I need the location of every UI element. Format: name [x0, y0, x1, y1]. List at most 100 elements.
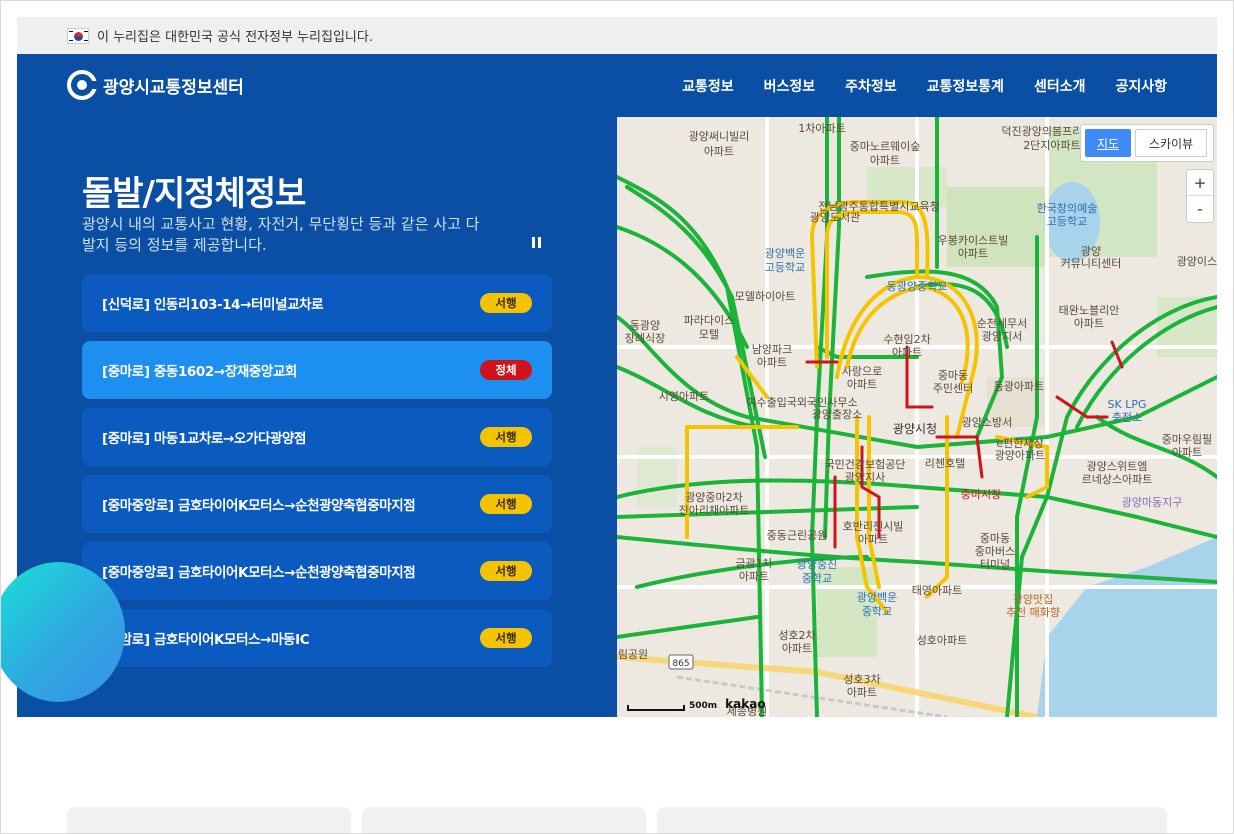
status-badge: 서행	[480, 494, 532, 514]
map-label: 광양소방서	[962, 416, 1013, 429]
map-label: 태영아파트	[912, 584, 963, 597]
map-label: 아파트	[870, 154, 900, 167]
map-label: 광양중진	[797, 558, 837, 571]
map-label: 아파트	[704, 145, 734, 158]
map-label: 르네상스아파트	[1082, 473, 1153, 486]
map-label: 아파트	[739, 570, 769, 583]
info-card[interactable]	[362, 807, 646, 834]
map-label: 광양출장소	[812, 408, 863, 421]
map-label: 광양지사	[845, 471, 885, 484]
map-label: 광양이스트	[1177, 255, 1217, 268]
map-label: 주민센터	[933, 382, 973, 395]
map-label: SK LPG	[1108, 398, 1147, 411]
nav-bus-info[interactable]: 버스정보	[764, 76, 816, 96]
map-label: 모델하이아트	[735, 289, 796, 303]
incident-item[interactable]: [중마로] 중동1602→장재중앙교회 정체	[82, 341, 552, 399]
map-label: 중학교	[802, 572, 832, 585]
map-label: 광양시청	[893, 422, 937, 436]
nav-center-intro[interactable]: 센터소개	[1034, 76, 1086, 96]
map-label: 진아리채아파트	[679, 504, 750, 517]
map-label: 광양중마2차	[685, 491, 743, 504]
map-label: 광양맛집	[1013, 593, 1053, 606]
map-label: 2단지아파트	[1023, 139, 1081, 152]
map-label: 아파트	[847, 378, 877, 391]
map-label: 태완노블리안	[1059, 304, 1120, 317]
map-label: 수현임2차	[883, 333, 930, 346]
map-label: 중마우림필	[1162, 433, 1213, 446]
nav-traffic-stats[interactable]: 교통정보통계	[927, 76, 1004, 96]
incident-label: [신덕로] 인동리103-14→터미널교차로	[102, 297, 324, 313]
hero-section: 광양시교통정보센터 교통정보 버스정보 주차정보 교통정보통계 센터소개 공지사…	[17, 54, 1217, 717]
road-number: 865	[672, 659, 689, 669]
zoom-out-button[interactable]: -	[1187, 196, 1213, 222]
nav-notice[interactable]: 공지사항	[1115, 76, 1167, 96]
map-label: 고등학교	[1047, 215, 1087, 228]
map-label: 광양백운	[765, 247, 805, 260]
map-label: 리첸호텔	[925, 457, 965, 470]
map-label: 아파트	[1074, 317, 1104, 330]
map-label: 장례식장	[625, 332, 665, 345]
zoom-in-button[interactable]: +	[1187, 170, 1213, 196]
map-label: 아파트	[1172, 446, 1202, 459]
info-card[interactable]	[657, 807, 1167, 834]
map-label: 중마버스	[975, 545, 1015, 558]
map-label: 성호2차	[778, 629, 815, 642]
incident-item[interactable]: [중마중앙로] 금호타이어K모터스→순천광양축협중마지점 서행	[82, 542, 552, 600]
map-label: 광양지서	[982, 330, 1022, 343]
map-label: 시영아파트	[659, 390, 710, 403]
map-label: 충전소	[1112, 411, 1142, 424]
map-label: 중마노르웨이숲	[850, 140, 921, 153]
pause-icon[interactable]	[530, 236, 544, 250]
map-label: 성호아파트	[917, 634, 968, 647]
nav-traffic-info[interactable]: 교통정보	[682, 76, 734, 96]
main-nav: 교통정보 버스정보 주차정보 교통정보통계 센터소개 공지사항	[682, 76, 1167, 96]
map-label: 아파트	[782, 642, 812, 655]
map-label: 광양써니빌리	[689, 130, 750, 143]
status-badge: 서행	[480, 561, 532, 581]
map-view-button[interactable]: 지도	[1085, 129, 1131, 157]
status-badge: 서행	[480, 628, 532, 648]
map-label: 동광양	[630, 319, 660, 332]
map-label: 림공원	[618, 648, 648, 661]
map-label: 중동근린공원	[767, 529, 828, 542]
nav-parking-info[interactable]: 주차정보	[845, 76, 897, 96]
site-logo[interactable]: 광양시교통정보센터	[67, 70, 244, 100]
map-label: 순천세무서	[977, 316, 1028, 330]
map-label: 성호3차	[843, 673, 880, 686]
map-label: 중마동	[938, 369, 968, 382]
map-label: 동광아파트	[994, 380, 1045, 393]
map-label: 광양백운	[857, 591, 897, 604]
map-label: 고등학교	[765, 261, 805, 274]
skyview-button[interactable]: 스카이뷰	[1135, 129, 1207, 157]
traffic-map[interactable]: 1차아파트 광양써니빌리 아파트 중마노르웨이숲 아파트 덕진광양의봄프리미엄 …	[617, 117, 1217, 717]
map-label: 아파트	[757, 356, 787, 369]
site-header: 광양시교통정보센터 교통정보 버스정보 주차정보 교통정보통계 센터소개 공지사…	[17, 54, 1217, 117]
map-label: 동광양중학교	[887, 280, 948, 293]
korean-flag-icon	[67, 27, 89, 44]
incident-item[interactable]: [청암로] 금호타이어K모터스→마동IC 서행	[82, 609, 552, 667]
map-label: 파라다이스	[684, 314, 735, 327]
map-scale: 500m kakao	[627, 697, 766, 711]
map-label: 사랑으로	[842, 365, 882, 378]
map-provider-logo: kakao	[725, 697, 766, 711]
incident-item[interactable]: [중마중앙로] 금호타이어K모터스→순천광양축협중마지점 서행	[82, 475, 552, 533]
map-label: 광양마동지구	[1122, 496, 1183, 509]
bottom-cards	[67, 807, 1167, 834]
status-badge: 서행	[480, 427, 532, 447]
map-label: 커뮤니티센터	[1061, 257, 1122, 270]
scale-bar	[627, 705, 685, 711]
map-type-toggle: 지도 스카이뷰	[1080, 124, 1214, 162]
map-label: 추천 매화향	[1006, 605, 1060, 619]
status-badge: 정체	[480, 360, 532, 380]
map-label: 1차아파트	[798, 122, 845, 135]
status-badge: 서행	[480, 293, 532, 313]
incident-label: [중마로] 중동1602→장재중앙교회	[102, 364, 297, 380]
incident-item[interactable]: [신덕로] 인동리103-14→터미널교차로 서행	[82, 274, 552, 332]
map-label: 국민건강보험공단	[825, 458, 906, 471]
logo-text: 광양시교통정보센터	[103, 77, 244, 98]
map-label: 모텔	[699, 328, 719, 341]
logo-icon	[67, 70, 98, 100]
map-label: 아파트	[958, 247, 988, 260]
info-card[interactable]	[67, 807, 351, 834]
incident-item[interactable]: [중마로] 마동1교차로→오가다광양점 서행	[82, 408, 552, 466]
